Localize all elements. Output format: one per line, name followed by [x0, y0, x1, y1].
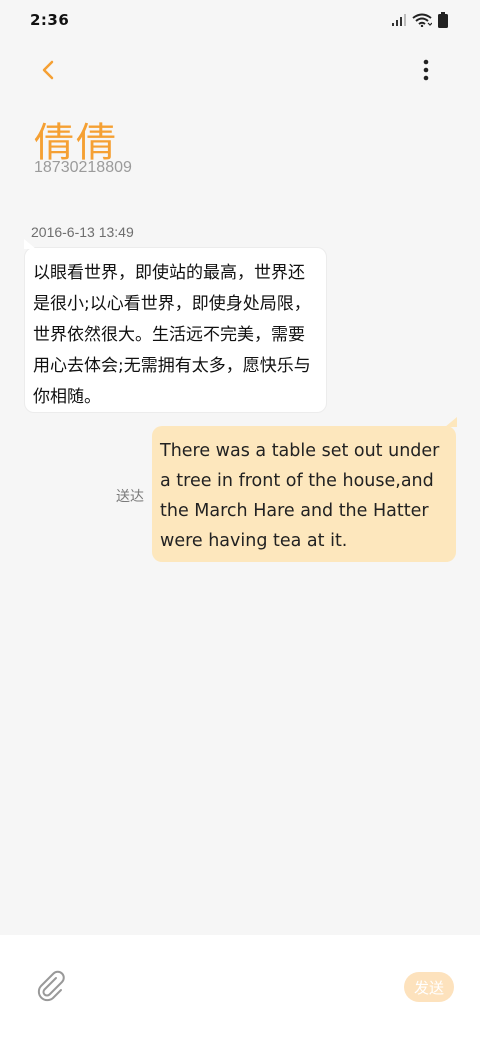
more-vertical-icon — [423, 59, 429, 81]
message-timestamp: 2016-6-13 13:49 — [31, 224, 134, 240]
status-time: 2:36 — [30, 11, 70, 29]
incoming-message-bubble[interactable]: 以眼看世界，即使站的最高，世界还是很小;以心看世界，即使身处局限，世界依然很大。… — [24, 239, 327, 413]
delivery-status: 送达 — [116, 489, 144, 505]
outgoing-message-bubble[interactable]: There was a table set out under a tree i… — [152, 417, 457, 562]
attach-button[interactable] — [34, 969, 68, 1003]
chevron-left-icon — [42, 60, 54, 80]
outgoing-message-text: There was a table set out under a tree i… — [160, 441, 440, 551]
conversation-screen: 2:36 倩倩 18730218809 2016-6-13 13:49 以眼看世… — [0, 0, 480, 1040]
status-icons — [392, 12, 448, 28]
incoming-message-text: 以眼看世界，即使站的最高，世界还是很小;以心看世界，即使身处局限，世界依然很大。… — [33, 263, 311, 407]
signal-icon — [392, 14, 406, 26]
send-button[interactable]: 发送 — [404, 972, 454, 1002]
contact-phone: 18730218809 — [34, 159, 132, 176]
back-button[interactable] — [30, 52, 66, 88]
paperclip-icon — [37, 970, 65, 1002]
status-bar: 2:36 — [0, 0, 480, 40]
composer-bar: 发送 — [0, 935, 480, 1040]
wifi-icon — [412, 13, 432, 27]
more-options-button[interactable] — [410, 52, 442, 88]
battery-icon — [438, 12, 448, 28]
